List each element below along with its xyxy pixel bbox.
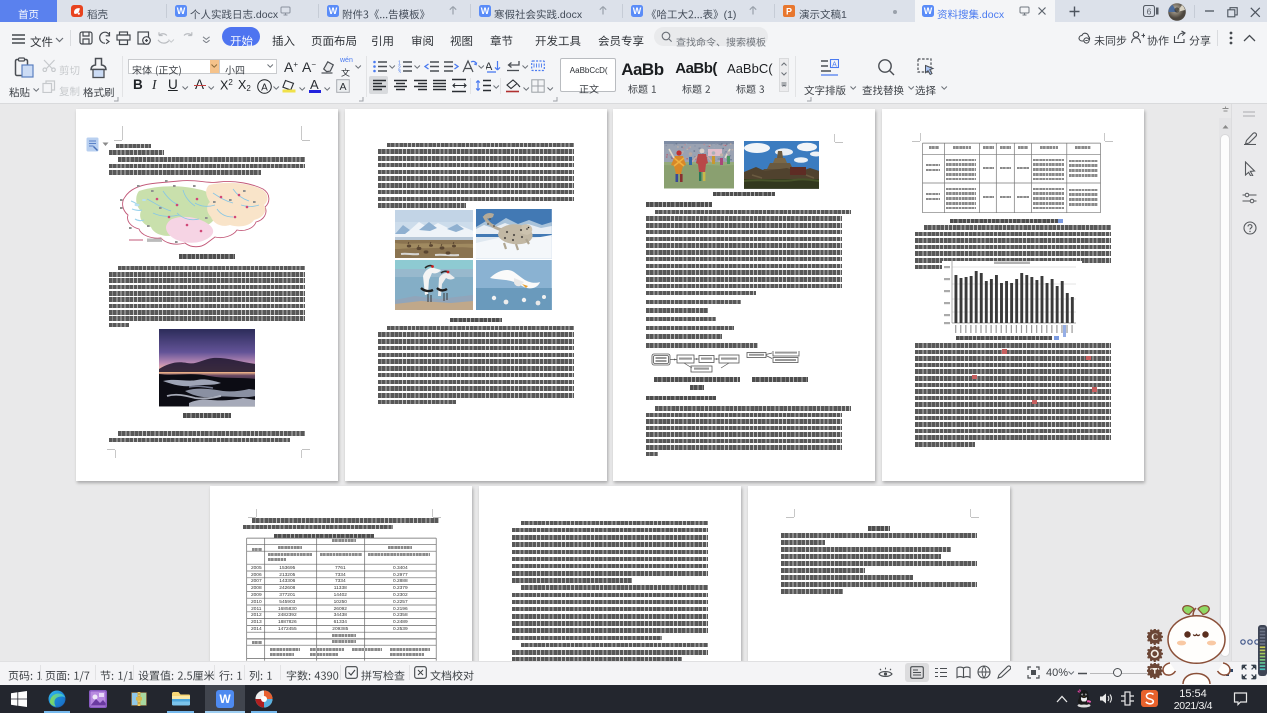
svg-text:P: P	[786, 7, 792, 17]
svg-text:A: A	[486, 61, 493, 73]
svg-text:A: A	[339, 81, 346, 93]
svg-text:3: 3	[398, 70, 401, 73]
svg-text:C: C	[1151, 632, 1158, 643]
svg-text:A: A	[261, 82, 268, 93]
svg-text:6: 6	[1147, 6, 1152, 16]
svg-text:A: A	[832, 61, 837, 68]
